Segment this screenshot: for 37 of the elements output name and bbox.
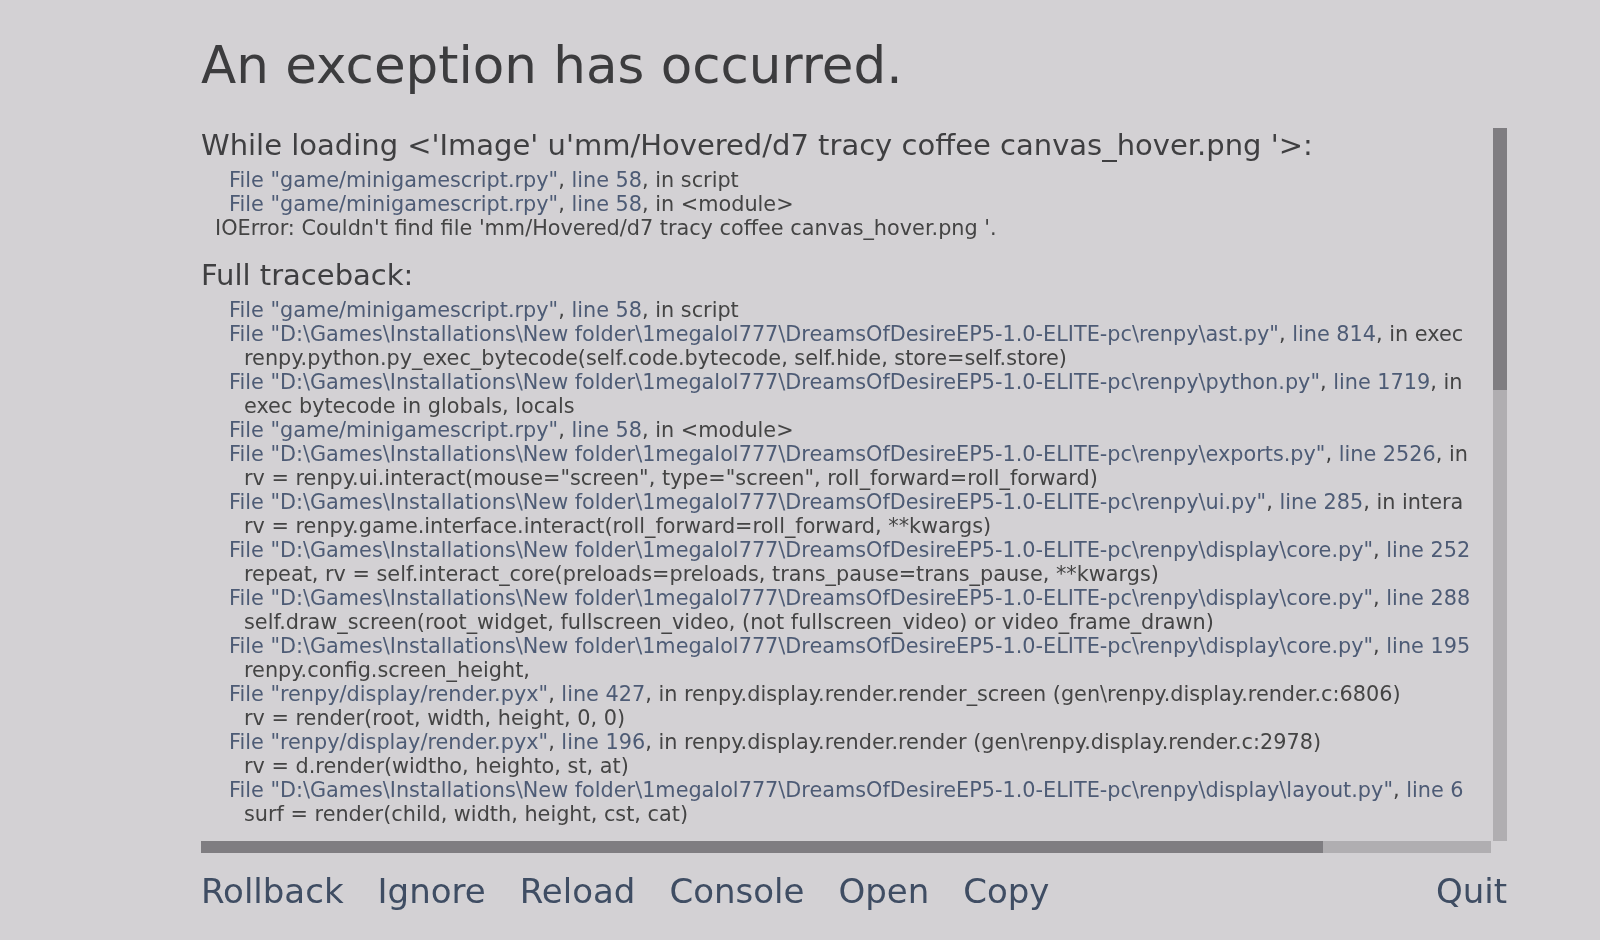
traceback-line: File "D:\Games\Installations\New folder\1megalol777\DreamsOfDesireEP5-1.0-ELITE-pc\renpy\ui.py", line 285, in intera <box>228 490 1464 514</box>
code-line: renpy.python.py_exec_bytecode(self.code.bytecode, self.hide, store=self.store) <box>243 346 1067 370</box>
traceback-line: File "game/minigamescript.rpy", line 58, in script <box>228 298 739 322</box>
code-line: repeat, rv = self.interact_core(preloads=preloads, trans_pause=trans_pause, **kwargs) <box>243 562 1159 586</box>
horizontal-scrollbar[interactable] <box>201 841 1491 853</box>
code-line: renpy.config.screen_height, <box>243 658 530 682</box>
vertical-scrollbar[interactable] <box>1493 128 1507 841</box>
code-line: surf = render(child, width, height, cst, cat) <box>243 802 688 826</box>
traceback-line: File "D:\Games\Installations\New folder\1megalol777\DreamsOfDesireEP5-1.0-ELITE-pc\renpy\display\core.py", line 195 <box>228 634 1471 658</box>
traceback-line: File "game/minigamescript.rpy", line 58, in <module> <box>228 418 794 442</box>
action-button[interactable]: Rollback <box>201 869 344 913</box>
action-button[interactable]: Reload <box>519 869 636 913</box>
traceback-line: File "D:\Games\Installations\New folder\1megalol777\DreamsOfDesireEP5-1.0-ELITE-pc\renpy\display\core.py", line 288 <box>228 586 1471 610</box>
code-line: rv = renpy.ui.interact(mouse="screen", type="screen", roll_forward=roll_forward) <box>243 466 1098 490</box>
code-line: rv = renpy.game.interface.interact(roll_forward=roll_forward, **kwargs) <box>243 514 992 538</box>
action-button[interactable]: Copy <box>963 869 1050 913</box>
traceback-line: File "renpy/display/render.pyx", line 427, in renpy.display.render.render_screen (gen\renpy.display.render.c:6806) <box>228 682 1401 706</box>
traceback-line: File "D:\Games\Installations\New folder\1megalol777\DreamsOfDesireEP5-1.0-ELITE-pc\renpy\exports.py", line 2526, in <box>228 442 1468 466</box>
code-line: rv = render(root, width, height, 0, 0) <box>243 706 625 730</box>
action-button[interactable]: Console <box>669 869 805 913</box>
traceback-line: File "game/minigamescript.rpy", line 58, in <module> <box>228 192 794 216</box>
code-line: rv = d.render(widtho, heighto, st, at) <box>243 754 629 778</box>
code-line: self.draw_screen(root_widget, fullscreen_video, (not fullscreen_video) or video_frame_drawn) <box>243 610 1214 634</box>
traceback-line: File "D:\Games\Installations\New folder\1megalol777\DreamsOfDesireEP5-1.0-ELITE-pc\renpy\display\core.py", line 252 <box>228 538 1471 562</box>
action-button[interactable]: Open <box>838 869 930 913</box>
traceback-line: File "D:\Games\Installations\New folder\1megalol777\DreamsOfDesireEP5-1.0-ELITE-pc\renpy\ast.py", line 814, in exec <box>228 322 1464 346</box>
action-button[interactable]: Quit <box>1435 869 1507 913</box>
traceback-line: File "game/minigamescript.rpy", line 58, in script <box>228 168 739 192</box>
traceback-line: File "D:\Games\Installations\New folder\1megalol777\DreamsOfDesireEP5-1.0-ELITE-pc\renpy\display\layout.py", line 6 <box>228 778 1464 802</box>
traceback-line: File "D:\Games\Installations\New folder\1megalol777\DreamsOfDesireEP5-1.0-ELITE-pc\renpy\python.py", line 1719, in <box>228 370 1463 394</box>
action-button[interactable]: Ignore <box>377 869 486 913</box>
section-heading: While loading <'Image' u'mm/Hovered/d7 tracy coffee canvas_hover.png '>: <box>201 128 1313 162</box>
section-heading: Full traceback: <box>201 258 414 292</box>
error-title: An exception has occurred. <box>201 34 903 96</box>
code-line: exec bytecode in globals, locals <box>243 394 575 418</box>
traceback-line: File "renpy/display/render.pyx", line 196, in renpy.display.render.render (gen\renpy.display.render.c:2978) <box>228 730 1322 754</box>
error-message: IOError: Couldn't find file 'mm/Hovered/d7 tracy coffee canvas_hover.png '. <box>214 216 997 240</box>
